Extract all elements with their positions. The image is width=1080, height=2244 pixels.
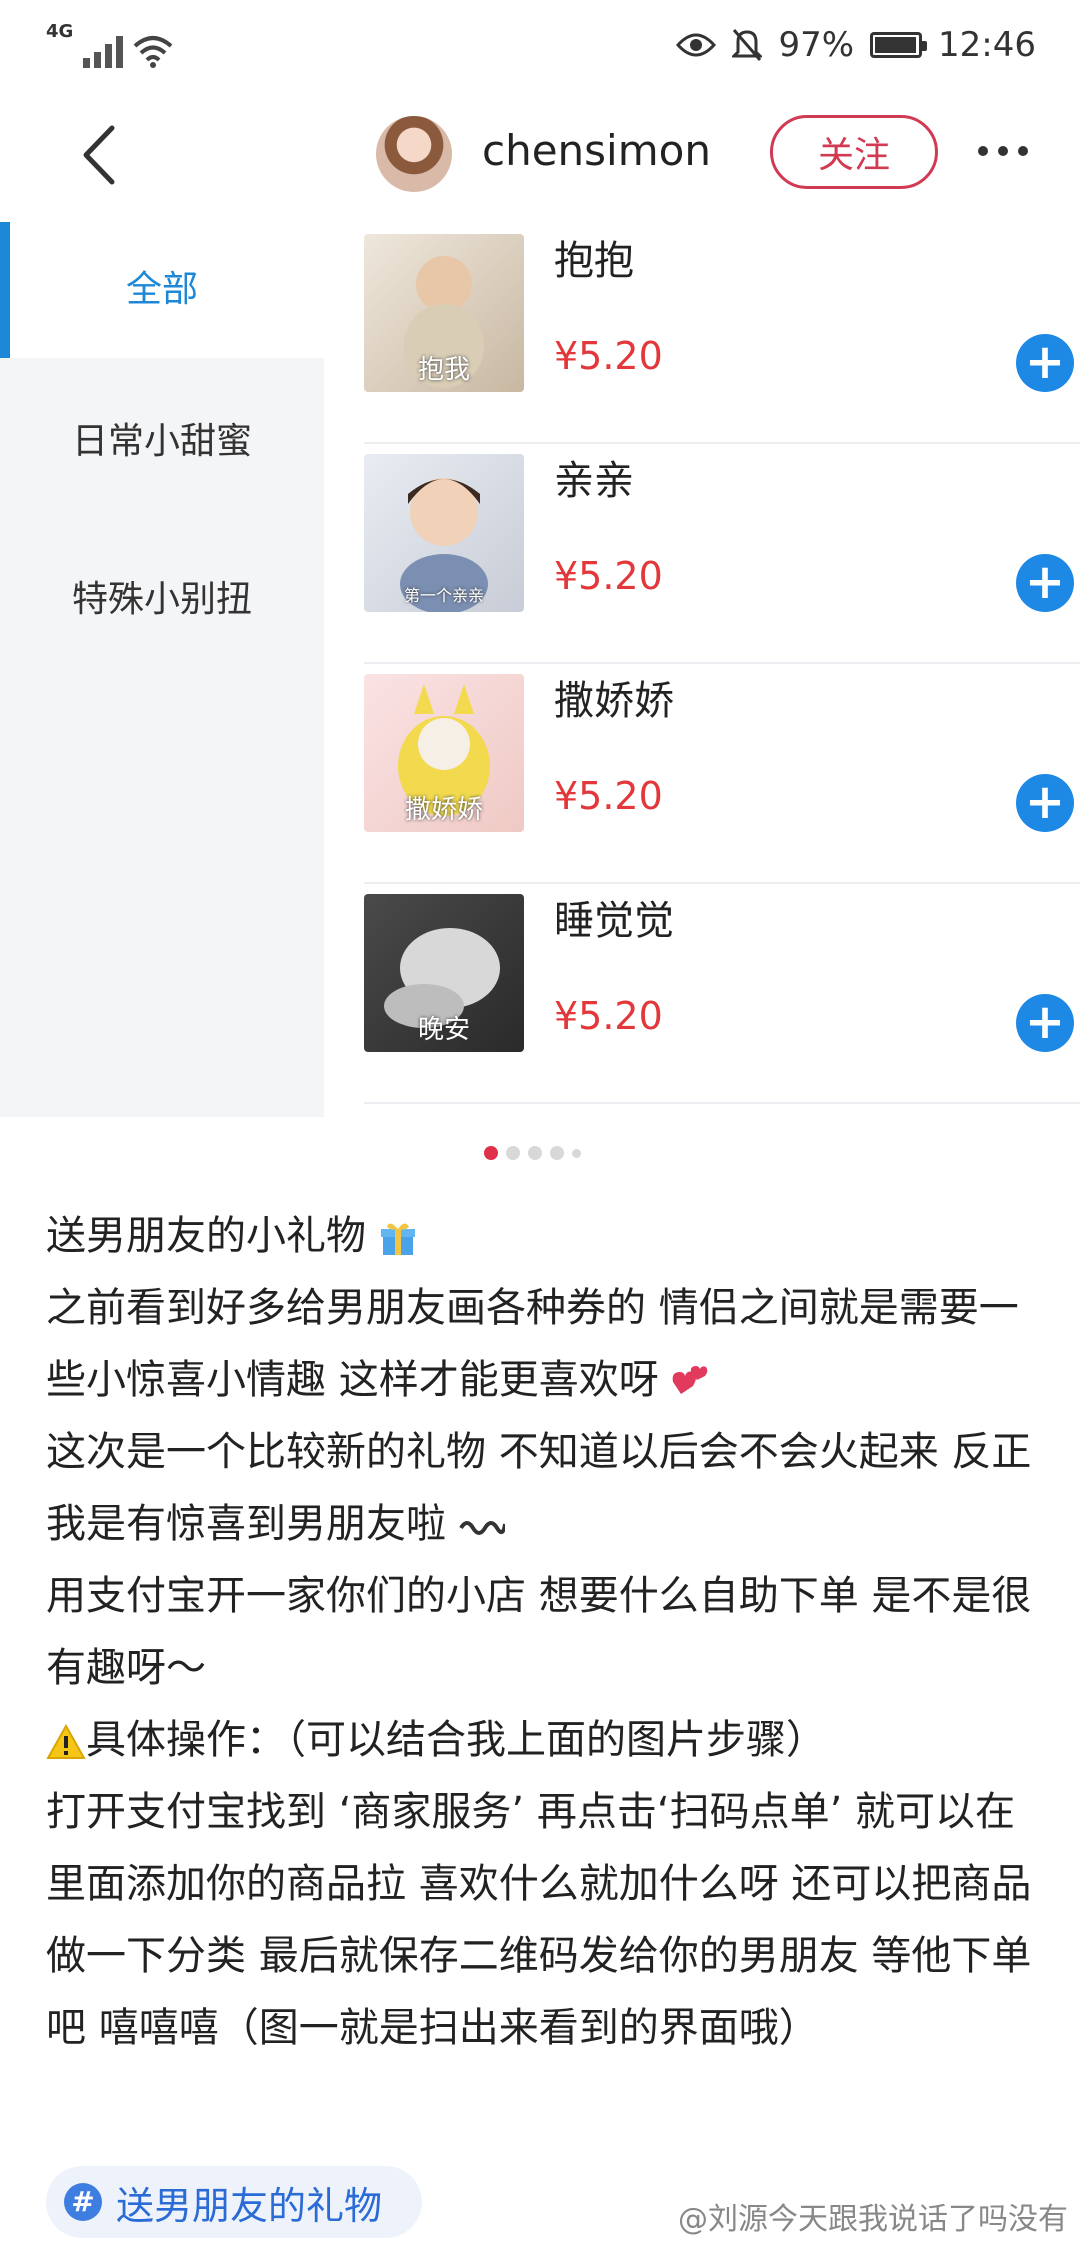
- avatar[interactable]: [376, 116, 452, 192]
- category-all[interactable]: 全部: [0, 222, 324, 358]
- post-line: 用支付宝开一家你们的小店 想要什么自助下单 是不是很有趣呀～: [46, 1573, 1032, 1691]
- post-line: 这次是一个比较新的礼物 不知道以后会不会火起来 反正我是有惊喜到男朋友啦: [46, 1429, 1032, 1547]
- post-line: 之前看到好多给男朋友画各种券的 情侣之间就是需要一些小惊喜小情趣 这样才能更喜欢…: [46, 1285, 1019, 1403]
- product-list: 抱我 抱抱 ¥5.20 + 第一个亲亲 亲亲 ¥5.20 + 撒娇娇 撒娇娇 ¥…: [324, 222, 1080, 1117]
- more-icon[interactable]: [978, 146, 1028, 156]
- wifi-icon: [133, 36, 173, 68]
- post-title: 送男朋友的小礼物: [46, 1213, 366, 1259]
- battery-icon: [870, 32, 928, 58]
- active-indicator: [0, 222, 10, 358]
- two-hearts-icon: [673, 1366, 708, 1394]
- product-item[interactable]: 抱我 抱抱 ¥5.20 +: [364, 222, 1080, 444]
- pager-dot[interactable]: [506, 1146, 520, 1160]
- gift-icon: [380, 1223, 415, 1255]
- product-name: 抱抱: [554, 238, 634, 284]
- product-price: ¥5.20: [554, 554, 663, 598]
- network-type: 4G: [46, 21, 74, 42]
- category-sidebar: 全部 日常小甜蜜 特殊小别扭: [0, 222, 324, 1117]
- clock: 12:46: [938, 25, 1036, 65]
- warning-icon: [46, 1724, 86, 1759]
- add-to-cart-icon[interactable]: +: [1016, 554, 1074, 612]
- product-image: 第一个亲亲: [364, 454, 524, 612]
- add-to-cart-icon[interactable]: +: [1016, 774, 1074, 832]
- post-body: 送男朋友的小礼物 之前看到好多给男朋友画各种券的 情侣之间就是需要一些小惊喜小情…: [46, 1200, 1046, 2064]
- product-image: 抱我: [364, 234, 524, 392]
- product-price: ¥5.20: [554, 774, 663, 818]
- product-name: 睡觉觉: [554, 898, 674, 944]
- add-to-cart-icon[interactable]: +: [1016, 334, 1074, 392]
- back-arrow-icon[interactable]: [70, 122, 130, 188]
- post-line: 打开支付宝找到 ‘商家服务’ 再点击‘扫码点单’ 就可以在里面添加你的商品拉 喜…: [46, 1789, 1032, 2051]
- category-daily-sweet[interactable]: 日常小甜蜜: [0, 412, 324, 464]
- username[interactable]: chensimon: [482, 126, 711, 175]
- hashtag-icon: #: [64, 2183, 102, 2221]
- battery-level: [875, 37, 916, 53]
- product-item[interactable]: 撒娇娇 撒娇娇 ¥5.20 +: [364, 662, 1080, 884]
- signal-icon: [83, 34, 124, 68]
- bell-off-icon: [732, 29, 763, 61]
- product-price: ¥5.20: [554, 994, 663, 1038]
- status-bar: 4G 97% 12:46: [0, 0, 1080, 90]
- topic-tag-label: 送男朋友的礼物: [116, 2183, 383, 2228]
- topic-tag[interactable]: # 送男朋友的礼物: [46, 2166, 423, 2238]
- pager-dot[interactable]: [528, 1146, 542, 1160]
- watermark: @刘源今天跟我说话了吗没有: [678, 2202, 1068, 2237]
- profile-header: chensimon 关注: [0, 100, 1080, 210]
- product-image: 晚安: [364, 894, 524, 1052]
- product-image: 撒娇娇: [364, 674, 524, 832]
- product-item[interactable]: 第一个亲亲 亲亲 ¥5.20 +: [364, 442, 1080, 664]
- pager-dot[interactable]: [484, 1146, 498, 1160]
- product-item[interactable]: 晚安 睡觉觉 ¥5.20 +: [364, 882, 1080, 1104]
- image-pager[interactable]: [484, 1146, 581, 1160]
- post-line: 具体操作：（可以结合我上面的图片步骤）: [86, 1717, 826, 1763]
- pager-dot[interactable]: [550, 1146, 564, 1160]
- product-price: ¥5.20: [554, 334, 663, 378]
- product-name: 亲亲: [554, 458, 634, 504]
- product-name: 撒娇娇: [554, 678, 674, 724]
- eye-icon: [676, 33, 717, 57]
- wave-icon: [459, 1521, 505, 1535]
- battery-percent: 97%: [778, 25, 855, 65]
- pager-dot[interactable]: [572, 1148, 581, 1158]
- category-special[interactable]: 特殊小别扭: [0, 570, 324, 622]
- add-to-cart-icon[interactable]: +: [1016, 994, 1074, 1052]
- follow-button[interactable]: 关注: [770, 115, 938, 189]
- shop-screenshot: 全部 日常小甜蜜 特殊小别扭 抱我 抱抱 ¥5.20 + 第一个亲亲 亲亲 ¥5…: [0, 222, 1080, 1117]
